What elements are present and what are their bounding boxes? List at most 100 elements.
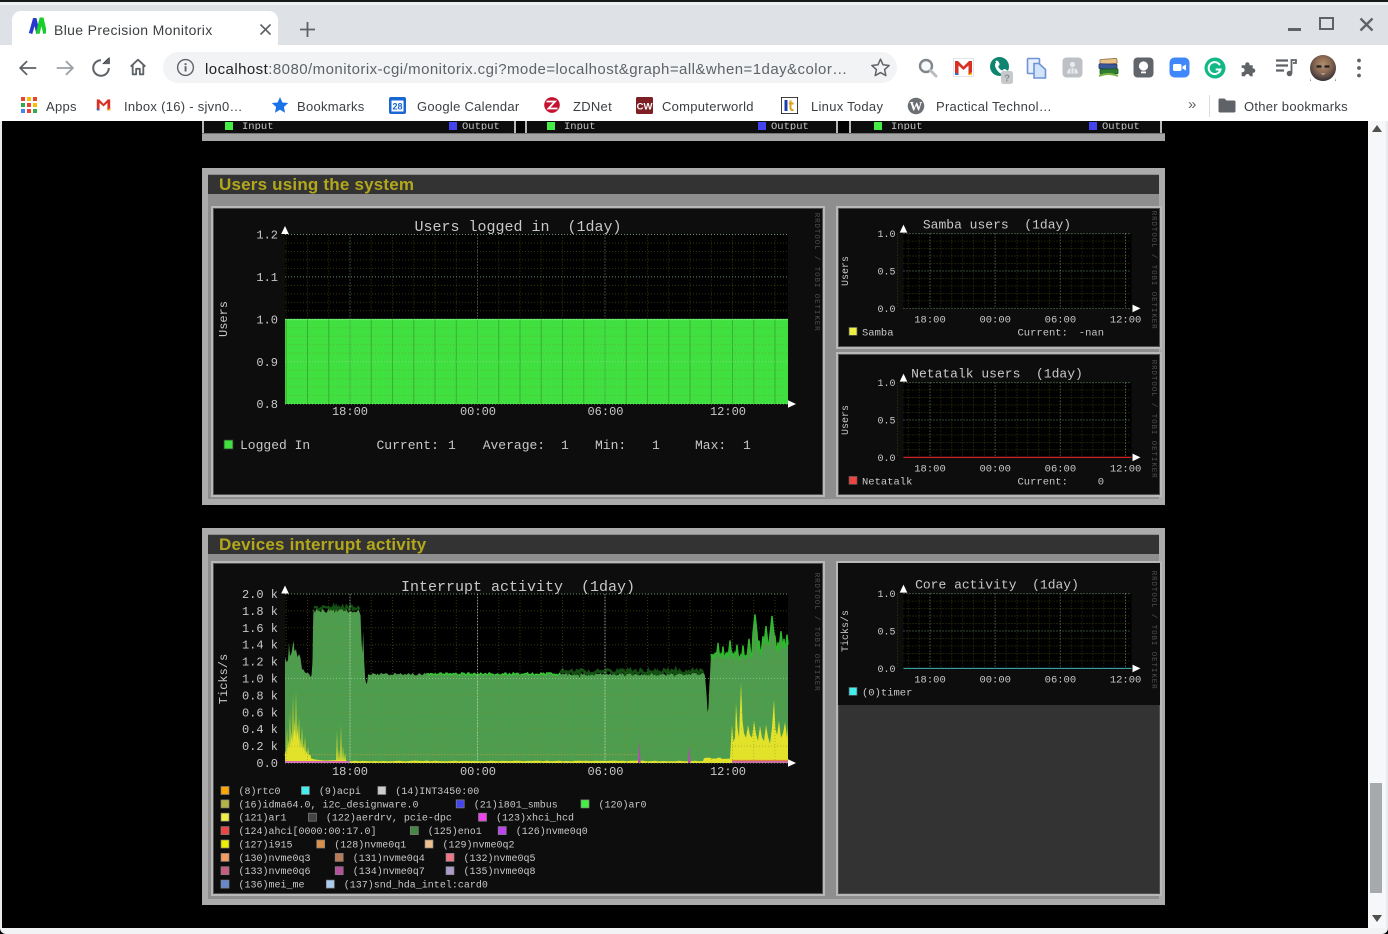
svg-text:T: T xyxy=(1149,625,1157,630)
svg-text:06:00: 06:00 xyxy=(1045,463,1077,475)
svg-text:D: D xyxy=(812,224,820,229)
svg-text:Ticks/s: Ticks/s xyxy=(840,610,852,652)
svg-text:(130)nvme0q3: (130)nvme0q3 xyxy=(239,853,311,865)
svg-text:0.4 k: 0.4 k xyxy=(242,723,278,737)
svg-text:1: 1 xyxy=(743,438,751,453)
svg-text:0.6 k: 0.6 k xyxy=(242,706,278,720)
svg-text:06:00: 06:00 xyxy=(1045,314,1077,326)
svg-text:1.8 k: 1.8 k xyxy=(242,605,278,619)
svg-text:O: O xyxy=(812,594,820,599)
svg-text:R: R xyxy=(812,326,820,331)
svg-text:0.0: 0.0 xyxy=(877,454,895,465)
svg-text:0.8 k: 0.8 k xyxy=(242,689,278,703)
svg-text:1: 1 xyxy=(652,438,660,453)
svg-text:R: R xyxy=(812,218,820,223)
svg-text:O: O xyxy=(1149,270,1157,275)
svg-text:O: O xyxy=(1149,598,1157,603)
svg-text:?: ? xyxy=(1004,74,1010,85)
svg-text:I: I xyxy=(1149,308,1157,313)
svg-text:R: R xyxy=(1149,360,1157,365)
svg-text:1.0: 1.0 xyxy=(877,230,895,241)
svg-text:O: O xyxy=(812,654,820,659)
svg-text:O: O xyxy=(1149,387,1157,392)
svg-text:O: O xyxy=(812,632,820,637)
svg-text:O: O xyxy=(1149,441,1157,446)
svg-text:T: T xyxy=(812,267,820,272)
svg-text:B: B xyxy=(1149,276,1157,281)
svg-text:1.1: 1.1 xyxy=(256,271,278,285)
svg-text:(125)eno1: (125)eno1 xyxy=(428,826,482,838)
svg-text:E: E xyxy=(812,681,820,686)
svg-text:1.2 k: 1.2 k xyxy=(242,656,278,670)
svg-text:R: R xyxy=(812,686,820,691)
svg-text:T: T xyxy=(1149,265,1157,270)
svg-text:R: R xyxy=(1149,684,1157,689)
svg-text:L: L xyxy=(812,245,820,250)
svg-text:(131)nvme0q4: (131)nvme0q4 xyxy=(353,853,425,865)
svg-text:(136)mei_me: (136)mei_me xyxy=(239,880,305,892)
svg-text:L: L xyxy=(812,605,820,610)
svg-text:T: T xyxy=(1149,376,1157,381)
svg-text:E: E xyxy=(812,299,820,304)
svg-text:I: I xyxy=(1149,668,1157,673)
svg-text:Netatalk: Netatalk xyxy=(862,476,912,488)
svg-text:E: E xyxy=(1149,468,1157,473)
svg-text:-nan: -nan xyxy=(1079,327,1104,339)
svg-text:R: R xyxy=(812,573,820,578)
svg-text:Users logged in (1day): Users logged in (1day) xyxy=(414,219,621,236)
svg-text:Samba: Samba xyxy=(862,327,894,339)
svg-text:O: O xyxy=(1149,238,1157,243)
svg-text:18:00: 18:00 xyxy=(914,674,946,686)
svg-text:00:00: 00:00 xyxy=(460,765,496,779)
svg-text:CW: CW xyxy=(637,102,653,113)
svg-text:B: B xyxy=(812,278,820,283)
svg-text:L: L xyxy=(1149,392,1157,397)
svg-text:0.5: 0.5 xyxy=(877,417,895,428)
svg-text:O: O xyxy=(1149,592,1157,597)
svg-text:Current:: Current: xyxy=(1018,476,1068,488)
svg-text:Min:: Min: xyxy=(595,438,626,453)
svg-text:18:00: 18:00 xyxy=(332,765,368,779)
svg-text:Current:: Current: xyxy=(1018,327,1068,339)
svg-text:/: / xyxy=(1149,403,1157,408)
svg-text:T: T xyxy=(1149,663,1157,668)
svg-text:1.2: 1.2 xyxy=(256,229,278,243)
svg-text:06:00: 06:00 xyxy=(587,405,623,419)
svg-text:I: I xyxy=(1149,281,1157,286)
svg-text:T: T xyxy=(1149,227,1157,232)
svg-text:I: I xyxy=(812,643,820,648)
svg-text:R: R xyxy=(812,578,820,583)
svg-text:B: B xyxy=(1149,636,1157,641)
svg-text:E: E xyxy=(812,659,820,664)
svg-text:2.0 k: 2.0 k xyxy=(242,588,278,602)
svg-text:12:00: 12:00 xyxy=(710,405,746,419)
svg-text:K: K xyxy=(812,675,820,680)
svg-text:1.4 k: 1.4 k xyxy=(242,639,278,653)
svg-text:12:00: 12:00 xyxy=(1110,674,1142,686)
svg-text:O: O xyxy=(1149,232,1157,237)
svg-text:Users: Users xyxy=(841,256,852,286)
svg-text:D: D xyxy=(1149,582,1157,587)
svg-text:1.0: 1.0 xyxy=(877,379,895,390)
svg-text:18:00: 18:00 xyxy=(332,405,368,419)
svg-text:Samba users (1day): Samba users (1day) xyxy=(923,218,1071,233)
svg-text:E: E xyxy=(1149,319,1157,324)
svg-text:O: O xyxy=(812,294,820,299)
svg-text:(9)acpi: (9)acpi xyxy=(319,786,361,798)
svg-text:L: L xyxy=(1149,603,1157,608)
svg-text:Users: Users xyxy=(217,301,231,337)
svg-text:/: / xyxy=(812,616,820,621)
svg-text:O: O xyxy=(1149,630,1157,635)
svg-text:1.6 k: 1.6 k xyxy=(242,622,278,636)
svg-text:0.0: 0.0 xyxy=(256,757,278,771)
svg-text:(122)aerdrv, pcie-dpc: (122)aerdrv, pcie-dpc xyxy=(326,813,452,825)
svg-text:I: I xyxy=(1149,641,1157,646)
svg-text:O: O xyxy=(1149,381,1157,386)
svg-text:(132)nvme0q5: (132)nvme0q5 xyxy=(464,853,536,865)
svg-text:(16)idma64.0, i2c_designware.0: (16)idma64.0, i2c_designware.0 xyxy=(239,799,419,811)
svg-text:I: I xyxy=(812,670,820,675)
svg-text:/: / xyxy=(1149,254,1157,259)
svg-text:Current:: Current: xyxy=(377,438,439,453)
svg-text:T: T xyxy=(812,665,820,670)
svg-text:O: O xyxy=(812,240,820,245)
